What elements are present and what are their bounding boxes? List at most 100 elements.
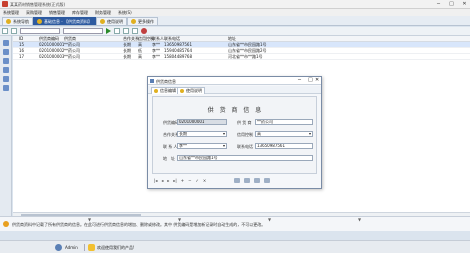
left-toolbar — [0, 36, 12, 216]
col-id[interactable]: ID — [19, 36, 23, 41]
dialog-title: 供货商信息 — [156, 79, 176, 84]
cell-id: 15 — [19, 42, 25, 47]
col-code[interactable]: 供货商编码 — [39, 36, 59, 41]
print-icon[interactable] — [132, 28, 138, 34]
cell-code: 0201000001 — [39, 42, 65, 47]
toolbar — [0, 27, 470, 36]
cell-supplier: **药公司 — [64, 42, 80, 47]
maximize-icon[interactable]: □ — [448, 1, 455, 7]
cancel-record-button[interactable]: × — [203, 178, 206, 183]
close-icon[interactable]: ✕ — [315, 78, 319, 83]
status-marker: ▼ — [358, 217, 362, 222]
cell-phone: 13650987561 — [164, 42, 192, 47]
dialog-title-bar: 供货商信息 ─ □ ✕ — [148, 77, 321, 85]
prev-record-button[interactable]: ◂ — [161, 178, 163, 183]
tab-label: 系统导航 — [13, 18, 29, 24]
tab-label: 信息编辑 — [160, 88, 176, 93]
message-icon[interactable] — [88, 244, 95, 251]
print-icon[interactable] — [234, 177, 241, 183]
add-record-button[interactable]: + — [181, 178, 184, 183]
tab-bar: 系统导航 基础信息 - 【供货商资料】 使用说明 更多操作 — [0, 16, 470, 26]
add-icon[interactable] — [3, 40, 9, 46]
stop-icon[interactable] — [141, 28, 147, 34]
search-input[interactable] — [63, 28, 103, 34]
tab-label: 基础信息 - 【供货商资料】 — [44, 18, 92, 24]
edit-icon[interactable] — [3, 49, 9, 55]
info-icon — [3, 221, 9, 227]
filter-select[interactable] — [20, 28, 60, 34]
address-field[interactable]: 山东省**市民园路1号 — [177, 155, 313, 161]
find-icon[interactable] — [3, 67, 9, 73]
tab-supplier-info[interactable]: 基础信息 - 【供货商资料】 — [33, 17, 96, 25]
run-icon[interactable] — [106, 28, 111, 34]
delete-record-button[interactable]: − — [188, 178, 191, 183]
refresh-icon[interactable] — [11, 28, 17, 34]
maximize-icon[interactable]: □ — [308, 78, 313, 83]
cell-address: 山东省**市民园路1号 — [228, 42, 267, 47]
more-icon — [131, 19, 136, 24]
save-record-button[interactable]: ✓ — [195, 178, 198, 183]
tab-help[interactable]: 使用说明 — [177, 87, 205, 94]
folder-icon — [37, 19, 42, 24]
menu-sales[interactable]: 销售管理 — [49, 10, 65, 16]
tab-label: 更多操作 — [138, 18, 154, 24]
col-supplier[interactable]: 供货商 — [64, 36, 76, 41]
tab-edit[interactable]: 信息编辑 — [151, 87, 179, 94]
close-icon[interactable]: ✕ — [461, 1, 468, 7]
record-navigator: |◂ ◂ ▸ ▸| + − ✓ × — [152, 176, 317, 184]
contact-select[interactable]: 李** — [177, 143, 227, 149]
app-window: 某某药材销售管理系统(正式版) ─ □ ✕ 系统管理 采购管理 销售管理 库存管… — [0, 0, 470, 253]
help-icon — [100, 19, 105, 24]
cell-credit: 低 — [138, 48, 142, 53]
status-panel: ▼ ▼ ▼ ▼ 供货商资料中记载了所有供货商的信息。在此可进行供货商信息的增加、… — [0, 216, 470, 231]
next-record-button[interactable]: ▸ — [167, 178, 169, 183]
col-contact[interactable]: 联系人 — [152, 36, 164, 41]
export-icon[interactable] — [244, 177, 251, 183]
tab-navigation[interactable]: 系统导航 — [2, 17, 33, 25]
phone-field[interactable]: 13650987561 — [255, 143, 313, 149]
col-phone[interactable]: 联系电话 — [164, 36, 180, 41]
tab-help[interactable]: 使用说明 — [96, 17, 127, 25]
phone-label: 联系电话 — [237, 144, 253, 149]
code-field: 0201000001 — [177, 119, 227, 125]
relation-select[interactable]: 长期 — [177, 131, 227, 137]
credit-select[interactable]: 高 — [255, 131, 313, 137]
cell-relation: 长期 — [123, 48, 131, 53]
menu-system[interactable]: 系统管理 — [3, 10, 19, 16]
app-logo-icon — [2, 1, 8, 7]
edit-icon[interactable] — [2, 28, 8, 34]
cell-code: 0201000003 — [39, 54, 65, 59]
first-record-button[interactable]: |◂ — [154, 178, 157, 183]
username: Admin — [65, 245, 78, 250]
dialog-form: 供 货 商 信 息 供货编码 0201000001 供 货 商 **药公司 合作… — [152, 96, 317, 174]
menu-sys[interactable]: 系统(S) — [118, 10, 132, 16]
menu-finance[interactable]: 财务管理 — [95, 10, 111, 16]
cell-phone: 15940485764 — [164, 48, 192, 53]
dialog-tab-bar: 信息编辑 使用说明 — [148, 86, 321, 94]
settings-icon[interactable] — [3, 85, 9, 91]
menu-inventory[interactable]: 库存管理 — [72, 10, 88, 16]
search-icon[interactable] — [114, 28, 120, 34]
delete-icon[interactable] — [3, 58, 9, 64]
col-address[interactable]: 地址 — [228, 36, 236, 41]
menu-purchase[interactable]: 采购管理 — [26, 10, 42, 16]
cell-credit: 高 — [138, 54, 142, 59]
supplier-field[interactable]: **药公司 — [255, 119, 313, 125]
tab-more[interactable]: 更多操作 — [127, 17, 158, 25]
print-icon[interactable] — [3, 76, 9, 82]
export-icon[interactable] — [123, 28, 129, 34]
cell-id: 17 — [19, 54, 25, 59]
cell-contact: 李** — [152, 54, 160, 59]
last-record-button[interactable]: ▸| — [173, 178, 176, 183]
minimize-icon[interactable]: ─ — [298, 78, 301, 83]
table-row[interactable]: 17 0201000003 **药公司 长期 高 李** 15804489768… — [13, 54, 470, 60]
tab-label: 使用说明 — [107, 18, 123, 24]
bottom-bar: Admin 欢迎使用我们的产品! — [0, 240, 470, 253]
window-title: 某某药材销售管理系统(正式版) — [10, 2, 66, 7]
refresh-icon[interactable] — [264, 177, 271, 183]
search-icon[interactable] — [254, 177, 261, 183]
avatar[interactable] — [55, 244, 62, 251]
col-relation[interactable]: 合作关系 — [123, 36, 139, 41]
minimize-icon[interactable]: ─ — [435, 1, 442, 7]
help-icon — [180, 89, 184, 93]
